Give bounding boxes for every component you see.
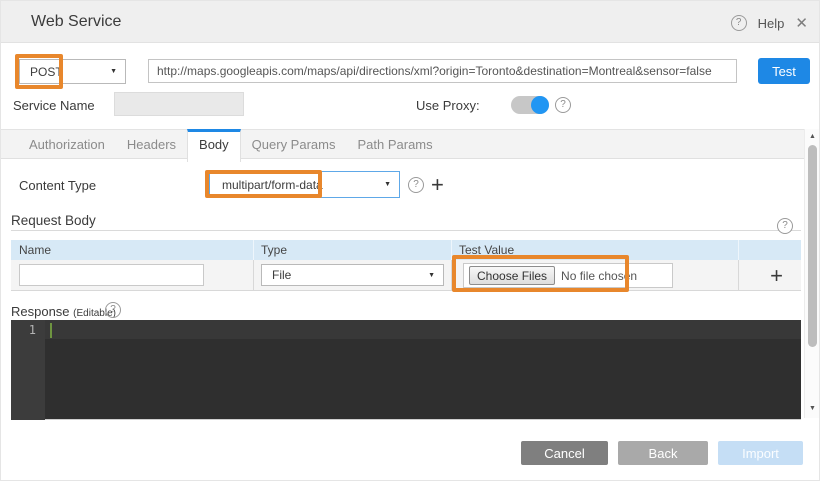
section-divider	[11, 230, 801, 231]
help-link[interactable]: Help	[758, 16, 785, 31]
use-proxy-label: Use Proxy:	[416, 98, 480, 113]
column-divider	[253, 240, 254, 260]
tab-headers[interactable]: Headers	[116, 130, 187, 160]
service-name-input	[114, 92, 244, 116]
tab-query-params[interactable]: Query Params	[241, 130, 347, 160]
add-row-icon[interactable]: +	[759, 260, 794, 291]
chevron-down-icon: ▼	[428, 272, 443, 279]
column-divider	[738, 240, 739, 260]
url-input[interactable]	[148, 59, 737, 83]
tab-authorization[interactable]: Authorization	[18, 130, 116, 160]
vertical-scrollbar[interactable]: ▲ ▼	[804, 129, 819, 418]
column-header-name: Name	[19, 243, 51, 257]
content-type-help-icon[interactable]: ?	[408, 177, 424, 193]
table-row: File ▼ Choose Files No file chosen +	[11, 260, 801, 291]
test-button[interactable]: Test	[758, 58, 810, 84]
editor-active-line	[45, 320, 801, 339]
close-icon[interactable]: ✕	[795, 14, 808, 32]
method-select-value: POST	[20, 65, 110, 79]
request-body-help-icon[interactable]: ?	[777, 218, 793, 234]
column-divider	[451, 260, 452, 291]
page-title: Web Service	[31, 13, 121, 31]
response-label-text: Response	[11, 304, 70, 319]
column-divider	[738, 260, 739, 291]
tab-bar: Authorization Headers Body Query Params …	[1, 129, 804, 159]
scrollbar-thumb[interactable]	[808, 145, 817, 347]
column-header-test-value: Test Value	[459, 243, 514, 257]
chevron-down-icon: ▼	[110, 68, 125, 75]
content-type-value: multipart/form-data	[210, 178, 384, 192]
column-divider	[451, 240, 452, 260]
scroll-up-icon[interactable]: ▲	[805, 133, 820, 140]
column-header-type: Type	[261, 243, 287, 257]
chevron-down-icon: ▼	[384, 181, 399, 188]
proxy-help-icon[interactable]: ?	[555, 97, 571, 113]
response-editor[interactable]: 1	[11, 320, 801, 420]
column-divider	[253, 260, 254, 291]
help-icon[interactable]: ?	[731, 15, 747, 31]
cancel-button[interactable]: Cancel	[521, 441, 608, 465]
content-type-label: Content Type	[19, 178, 96, 193]
use-proxy-toggle[interactable]	[511, 96, 549, 114]
service-name-label: Service Name	[13, 98, 95, 113]
add-content-type-icon[interactable]: +	[431, 175, 444, 195]
response-help-icon[interactable]: ?	[105, 302, 121, 318]
method-select[interactable]: POST ▼	[19, 59, 126, 84]
editor-cursor	[50, 323, 52, 338]
table-header-row: Name Type Test Value	[11, 240, 801, 260]
response-label: Response (Editable)	[11, 304, 116, 319]
scroll-down-icon[interactable]: ▼	[805, 405, 820, 412]
param-type-value: File	[262, 268, 428, 282]
file-status-text: No file chosen	[561, 269, 637, 283]
tab-body[interactable]: Body	[187, 129, 241, 162]
file-input[interactable]: Choose Files No file chosen	[463, 263, 673, 288]
toggle-knob	[531, 96, 549, 114]
choose-files-button[interactable]: Choose Files	[469, 266, 555, 285]
back-button[interactable]: Back	[618, 441, 708, 465]
param-name-input[interactable]	[19, 264, 204, 286]
web-service-dialog: Web Service ? Help ✕ POST ▼ Test Service…	[0, 0, 820, 481]
dialog-header: Web Service ? Help ✕	[1, 1, 820, 43]
content-type-select[interactable]: multipart/form-data ▼	[209, 171, 400, 198]
line-number: 1	[29, 323, 36, 337]
tab-path-params[interactable]: Path Params	[346, 130, 443, 160]
request-body-title: Request Body	[11, 213, 96, 228]
editor-gutter: 1	[11, 320, 45, 420]
import-button[interactable]: Import	[718, 441, 803, 465]
param-type-select[interactable]: File ▼	[261, 264, 444, 286]
